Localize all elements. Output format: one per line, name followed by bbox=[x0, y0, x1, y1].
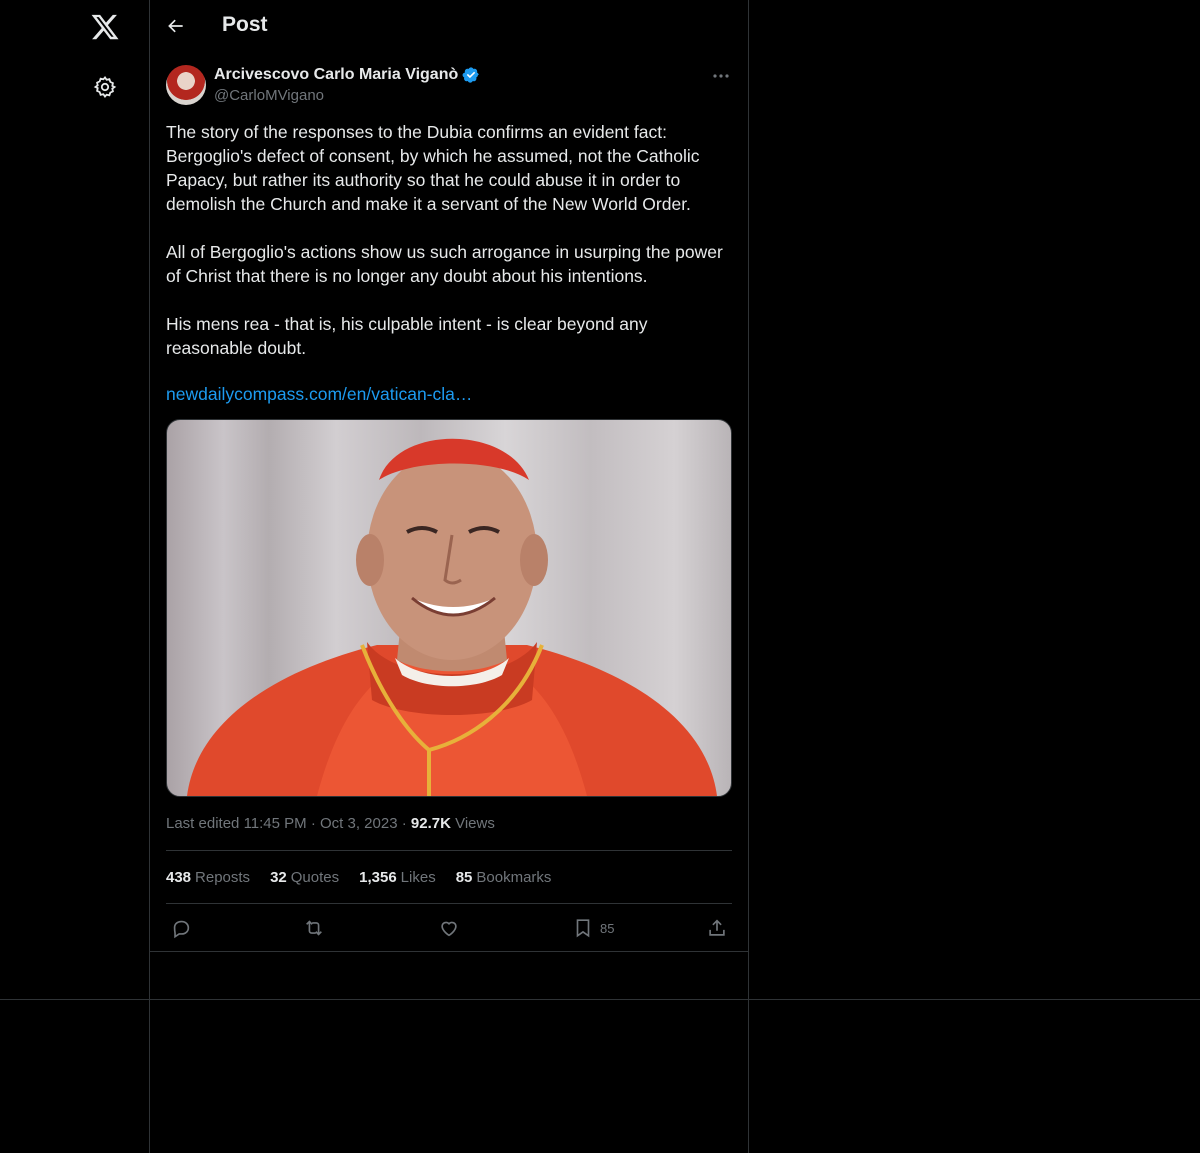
gear-icon[interactable] bbox=[93, 75, 117, 99]
post-link[interactable]: newdailycompass.com/en/vatican-cla… bbox=[166, 384, 472, 405]
author-name[interactable]: Arcivescovo Carlo Maria Viganò bbox=[214, 66, 458, 84]
views-label: Views bbox=[455, 815, 495, 832]
post-meta: Last edited 11:45 PM · Oct 3, 2023 · 92.… bbox=[166, 815, 495, 832]
bookmarks-stat[interactable]: 85 Bookmarks bbox=[456, 869, 552, 886]
avatar[interactable] bbox=[166, 65, 206, 105]
arrow-left-icon[interactable] bbox=[166, 16, 186, 36]
reply-icon bbox=[173, 920, 190, 939]
reposts-stat[interactable]: 438 Reposts bbox=[166, 869, 250, 886]
reposts-count: 438 bbox=[166, 869, 192, 886]
divider bbox=[166, 903, 732, 904]
post-header: Post bbox=[150, 0, 748, 54]
horizontal-divider bbox=[0, 999, 1200, 1000]
repost-icon bbox=[306, 920, 322, 936]
repost-button[interactable] bbox=[303, 917, 325, 939]
quotes-label: Quotes bbox=[290, 869, 340, 886]
bookmark-count: 85 bbox=[600, 920, 615, 936]
share-icon bbox=[709, 919, 725, 936]
bookmark-icon bbox=[576, 919, 590, 938]
bookmarks-label: Bookmarks bbox=[476, 869, 552, 886]
author-row: Arcivescovo Carlo Maria Viganò bbox=[214, 66, 480, 84]
post-bottom-border bbox=[150, 951, 748, 952]
like-button[interactable] bbox=[438, 917, 460, 939]
share-button[interactable] bbox=[706, 917, 728, 939]
post-image[interactable] bbox=[166, 419, 732, 797]
meta-separator: · bbox=[401, 815, 411, 832]
verified-badge-icon bbox=[462, 67, 479, 83]
main-column-border bbox=[748, 0, 749, 1153]
bookmarks-count: 85 bbox=[455, 869, 473, 886]
heart-icon bbox=[441, 921, 457, 937]
action-bar: 85 bbox=[166, 917, 732, 941]
post-text: The story of the responses to the Dubia … bbox=[166, 122, 723, 358]
views-count: 92.7K bbox=[410, 815, 451, 832]
post-date[interactable]: Oct 3, 2023 bbox=[320, 815, 398, 832]
engagement-stats: 438 Reposts 32 Quotes 1,356 Likes 85 Bookmar… bbox=[166, 869, 551, 886]
reply-button[interactable] bbox=[170, 917, 192, 939]
quotes-stat[interactable]: 32 Quotes bbox=[270, 869, 339, 886]
left-column-border bbox=[149, 0, 150, 1153]
meta-separator: · bbox=[310, 815, 320, 832]
x-logo-icon[interactable] bbox=[90, 12, 120, 42]
edited-label[interactable]: Last edited bbox=[166, 815, 239, 832]
page-title: Post bbox=[222, 13, 268, 36]
bookmark-button[interactable]: 85 bbox=[572, 917, 614, 939]
more-options-icon[interactable] bbox=[710, 66, 732, 84]
likes-stat[interactable]: 1,356 Likes bbox=[359, 869, 436, 886]
reposts-label: Reposts bbox=[195, 869, 251, 886]
photo-cardinal-portrait bbox=[187, 438, 717, 796]
post-time[interactable]: 11:45 PM bbox=[244, 815, 307, 832]
likes-count: 1,356 bbox=[359, 869, 397, 886]
quotes-count: 32 bbox=[270, 869, 287, 886]
likes-label: Likes bbox=[400, 869, 436, 886]
divider bbox=[166, 850, 732, 851]
author-handle[interactable]: @CarloMVigano bbox=[214, 87, 324, 104]
